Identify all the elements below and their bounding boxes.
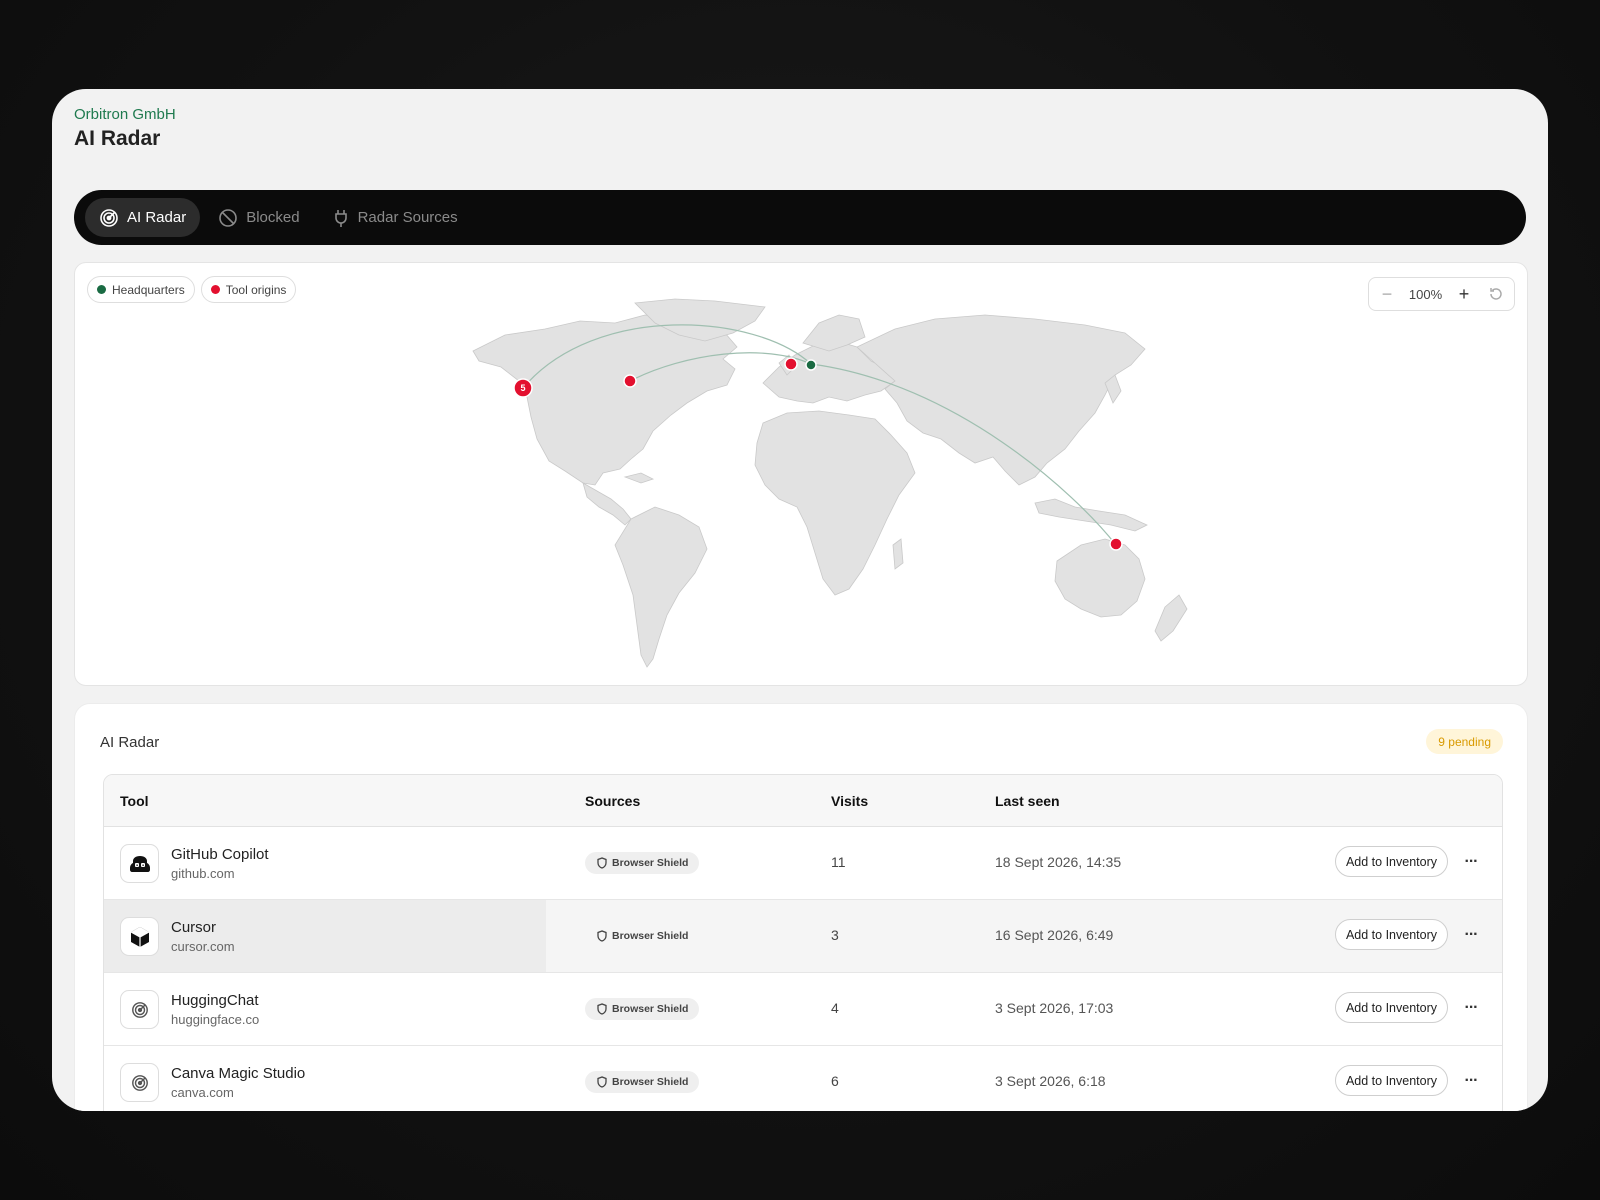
reset-zoom-button[interactable] — [1486, 284, 1506, 304]
scandinavia — [802, 314, 866, 352]
legend-tool-origins[interactable]: Tool origins — [200, 276, 297, 303]
pending-badge: 9 pending — [1426, 729, 1503, 754]
zoom-controls: − 100% + — [1368, 277, 1515, 311]
last-seen: 3 Sept 2026, 6:18 — [995, 1073, 1106, 1089]
table-row[interactable]: HuggingChat huggingface.co Browser Shiel… — [104, 973, 1502, 1046]
landmasses — [472, 298, 1188, 668]
central-america — [582, 482, 632, 526]
tab-ai-radar[interactable]: AI Radar — [85, 198, 201, 237]
tool-name: GitHub Copilot — [171, 846, 269, 863]
north-america — [472, 314, 738, 486]
tool-domain: canva.com — [171, 1085, 234, 1100]
last-seen: 18 Sept 2026, 14:35 — [995, 854, 1122, 870]
zoom-out-button[interactable]: − — [1377, 284, 1397, 304]
more-options-icon[interactable]: ··· — [1460, 924, 1482, 946]
legend-label: Headquarters — [112, 282, 185, 297]
australia — [1054, 538, 1146, 618]
tool-name: Cursor — [171, 919, 217, 936]
tool-origin-dot — [210, 285, 220, 294]
radar-icon — [120, 1063, 159, 1102]
more-options-icon[interactable]: ··· — [1460, 997, 1482, 1019]
radar-icon — [120, 990, 159, 1029]
legend-headquarters[interactable]: Headquarters — [87, 276, 195, 303]
source-badge: Browser Shield — [585, 998, 700, 1020]
nav-bar: AI Radar Blocked Radar Sources — [74, 190, 1526, 245]
source-badge: Browser Shield — [585, 925, 699, 947]
visits-count: 6 — [831, 1073, 839, 1089]
table-row[interactable]: Cursor cursor.com Browser Shield 3 16 Se… — [104, 900, 1502, 973]
zoom-level: 100% — [1408, 286, 1443, 302]
indonesia — [1034, 498, 1148, 532]
headquarters-dot — [97, 285, 106, 294]
tab-label: AI Radar — [127, 209, 187, 226]
add-to-inventory-button[interactable]: Add to Inventory — [1334, 992, 1448, 1023]
add-to-inventory-button[interactable]: Add to Inventory — [1334, 919, 1448, 950]
column-header-tool[interactable]: Tool — [120, 793, 149, 809]
tool-name: Canva Magic Studio — [171, 1065, 306, 1082]
tool-cell: GitHub Copilot github.com — [120, 844, 269, 883]
legend-label: Tool origins — [225, 282, 287, 297]
blocked-icon — [218, 208, 238, 228]
tool-name: HuggingChat — [171, 992, 259, 1009]
shield-icon — [597, 1076, 607, 1088]
org-name: Orbitron GmbH — [74, 106, 176, 123]
caribbean — [623, 472, 655, 484]
tool-cell: Canva Magic Studio canva.com — [120, 1063, 305, 1102]
tool-cell: Cursor cursor.com — [120, 917, 235, 956]
last-seen: 16 Sept 2026, 6:49 — [995, 927, 1114, 943]
reset-icon — [1490, 288, 1502, 300]
tab-label: Radar Sources — [357, 209, 458, 226]
tool-domain: github.com — [171, 866, 235, 881]
tool-origin-marker — [784, 357, 798, 371]
south-america — [614, 506, 708, 668]
zoom-in-button[interactable]: + — [1454, 284, 1474, 304]
shield-icon — [597, 1003, 607, 1015]
app-window: Orbitron GmbH AI Radar AI Radar Blocked — [52, 89, 1548, 1111]
source-badge: Browser Shield — [585, 852, 700, 874]
tools-table-panel: AI Radar 9 pending Tool Sources Visits L… — [74, 703, 1528, 1111]
table-header: Tool Sources Visits Last seen — [104, 775, 1502, 827]
visits-count: 4 — [831, 1000, 839, 1016]
column-header-visits[interactable]: Visits — [831, 793, 868, 809]
copilot-icon — [120, 844, 159, 883]
cursor-cube-icon — [120, 917, 159, 956]
map-legend: Headquarters Tool origins — [87, 276, 297, 303]
tools-table: Tool Sources Visits Last seen GitHub Cop… — [103, 774, 1503, 1111]
table-row[interactable]: GitHub Copilot github.com Browser Shield… — [104, 827, 1502, 900]
tool-domain: cursor.com — [171, 939, 235, 954]
tool-origin-marker — [1109, 537, 1123, 551]
add-to-inventory-button[interactable]: Add to Inventory — [1334, 1065, 1448, 1096]
tool-domain: huggingface.co — [171, 1012, 260, 1027]
column-header-sources[interactable]: Sources — [585, 793, 640, 809]
shield-icon — [597, 857, 607, 869]
world-map[interactable]: 5 — [75, 263, 1528, 686]
visits-count: 11 — [831, 854, 846, 870]
section-title: AI Radar — [100, 734, 160, 751]
more-options-icon[interactable]: ··· — [1460, 1070, 1482, 1092]
world-map-panel: 5 Headquarters Tool origins − 100% + — [74, 262, 1528, 686]
cluster-count: 5 — [520, 383, 525, 393]
tab-label: Blocked — [246, 209, 300, 226]
add-to-inventory-button[interactable]: Add to Inventory — [1334, 846, 1448, 877]
tool-origin-marker — [623, 374, 637, 388]
source-badge: Browser Shield — [585, 1071, 700, 1093]
last-seen: 3 Sept 2026, 17:03 — [995, 1000, 1114, 1016]
plug-icon — [332, 208, 350, 228]
africa — [754, 410, 916, 596]
new-zealand — [1154, 594, 1188, 642]
column-header-last-seen[interactable]: Last seen — [995, 793, 1060, 809]
visits-count: 3 — [831, 927, 839, 943]
table-row[interactable]: Canva Magic Studio canva.com Browser Shi… — [104, 1046, 1502, 1111]
radar-icon — [99, 208, 119, 228]
headquarters-marker — [805, 359, 817, 371]
tool-cell: HuggingChat huggingface.co — [120, 990, 259, 1029]
tab-radar-sources[interactable]: Radar Sources — [318, 198, 472, 237]
page-title: AI Radar — [74, 127, 161, 150]
shield-icon — [597, 930, 607, 942]
madagascar — [892, 538, 904, 570]
more-options-icon[interactable]: ··· — [1460, 851, 1482, 873]
tab-blocked[interactable]: Blocked — [204, 198, 313, 237]
